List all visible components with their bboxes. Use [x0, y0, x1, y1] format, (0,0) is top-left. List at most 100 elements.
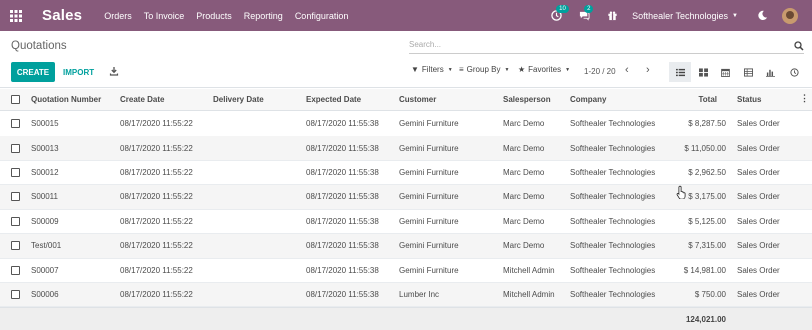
- chevron-down-icon: ▼: [447, 66, 453, 73]
- col-company[interactable]: Company: [570, 89, 606, 110]
- app-brand[interactable]: Sales: [42, 7, 82, 24]
- cell-create-date: 08/17/2020 11:55:22: [120, 216, 193, 226]
- cell-customer: Lumber Inc: [399, 290, 440, 300]
- row-checkbox[interactable]: [11, 234, 20, 258]
- cell-total: $ 11,050.00: [684, 143, 726, 153]
- menu-to-invoice[interactable]: To Invoice: [144, 11, 185, 21]
- grand-total: 124,021.00: [685, 314, 726, 324]
- col-customer[interactable]: Customer: [399, 89, 436, 110]
- row-checkbox[interactable]: [11, 258, 20, 282]
- col-create-date[interactable]: Create Date: [120, 89, 164, 110]
- cell-create-date: 08/17/2020 11:55:22: [120, 119, 193, 129]
- cell-salesperson: Marc Demo: [503, 241, 545, 251]
- table-row[interactable]: S00013 08/17/2020 11:55:22 08/17/2020 11:5…: [0, 136, 812, 161]
- import-button[interactable]: IMPORT: [63, 62, 94, 82]
- group-by-bars-icon: ≡: [459, 65, 464, 74]
- col-delivery-date[interactable]: Delivery Date: [213, 89, 264, 110]
- cell-create-date: 08/17/2020 11:55:22: [120, 143, 193, 153]
- cell-salesperson: Marc Demo: [503, 216, 545, 226]
- pager-value[interactable]: 1-20 / 20: [584, 67, 616, 76]
- cell-quotation-number: S00012: [31, 168, 59, 178]
- optional-columns-kebab-icon[interactable]: ⋮: [800, 93, 809, 104]
- cell-customer: Gemini Furniture: [399, 192, 459, 202]
- cell-expected-date: 08/17/2020 11:55:38: [306, 290, 379, 300]
- cell-total: $ 750.00: [694, 290, 726, 300]
- gift-icon[interactable]: [604, 8, 620, 24]
- activity-clock-icon[interactable]: 10: [548, 4, 569, 24]
- pivot-view-button[interactable]: [737, 62, 759, 82]
- row-checkbox[interactable]: [11, 283, 20, 307]
- chevron-down-icon: ▼: [565, 66, 571, 73]
- col-salesperson[interactable]: Salesperson: [503, 89, 551, 110]
- row-checkbox[interactable]: [11, 210, 20, 234]
- cell-salesperson: Marc Demo: [503, 119, 545, 129]
- row-checkbox[interactable]: [11, 185, 20, 209]
- table-row[interactable]: S00012 08/17/2020 11:55:22 08/17/2020 11:5…: [0, 161, 812, 186]
- menu-products[interactable]: Products: [196, 11, 232, 21]
- cell-total: $ 5,125.00: [688, 216, 726, 226]
- download-icon[interactable]: [109, 66, 119, 76]
- table-row[interactable]: S00007 08/17/2020 11:55:22 08/17/2020 11:5…: [0, 258, 812, 283]
- cell-customer: Gemini Furniture: [399, 216, 459, 226]
- list-view-button[interactable]: [669, 62, 691, 82]
- search-input[interactable]: [409, 40, 779, 49]
- chevron-down-icon: ▼: [504, 66, 510, 73]
- favorites-dropdown[interactable]: ★ Favorites ▼: [518, 65, 570, 74]
- table-row[interactable]: S00009 08/17/2020 11:55:22 08/17/2020 11:5…: [0, 210, 812, 235]
- table-row[interactable]: Test/001 08/17/2020 11:55:22 08/17/2020 11…: [0, 234, 812, 259]
- graph-view-button[interactable]: [759, 62, 781, 82]
- company-switcher[interactable]: Softhealer Technologies ▼: [632, 11, 738, 21]
- top-navbar: Sales Orders To Invoice Products Reporti…: [0, 0, 812, 31]
- calendar-view-button[interactable]: [714, 62, 736, 82]
- table-header-row: Quotation Number Create Date Delivery Da…: [0, 89, 812, 111]
- cell-status: Sales Order: [737, 216, 780, 226]
- kanban-view-button[interactable]: [692, 62, 714, 82]
- table-row[interactable]: S00011 08/17/2020 11:55:22 08/17/2020 11:5…: [0, 185, 812, 210]
- cell-create-date: 08/17/2020 11:55:22: [120, 168, 193, 178]
- pager-next-button[interactable]: ›: [646, 64, 650, 76]
- message-count-badge: 2: [584, 4, 594, 13]
- clock-icon: [789, 67, 799, 77]
- cell-status: Sales Order: [737, 290, 780, 300]
- pager-previous-button[interactable]: ‹: [625, 64, 629, 76]
- table-row[interactable]: S00015 08/17/2020 11:55:22 08/17/2020 11:5…: [0, 112, 812, 137]
- cell-quotation-number: S00015: [31, 119, 59, 129]
- bar-chart-icon: [765, 69, 775, 77]
- col-total[interactable]: Total: [660, 89, 717, 110]
- menu-reporting[interactable]: Reporting: [244, 11, 283, 21]
- chevron-down-icon: ▼: [732, 12, 738, 19]
- row-checkbox[interactable]: [11, 136, 20, 160]
- messages-chat-icon[interactable]: 2: [576, 4, 594, 24]
- apps-menu-icon[interactable]: [0, 0, 32, 31]
- cell-status: Sales Order: [737, 119, 780, 129]
- row-checkbox[interactable]: [11, 161, 20, 185]
- cell-quotation-number: S00007: [31, 265, 59, 275]
- col-quotation-number[interactable]: Quotation Number: [31, 89, 101, 110]
- activity-view-button[interactable]: [783, 62, 805, 82]
- table-row[interactable]: S00006 08/17/2020 11:55:22 08/17/2020 11:5…: [0, 282, 812, 308]
- dark-mode-moon-icon[interactable]: [754, 8, 770, 24]
- cell-quotation-number: S00013: [31, 143, 59, 153]
- search-icon[interactable]: [794, 41, 804, 51]
- filters-dropdown[interactable]: ▼ Filters ▼: [411, 65, 453, 74]
- cell-quotation-number: Test/001: [31, 241, 62, 251]
- select-all-checkbox[interactable]: [11, 89, 20, 110]
- hand-pointer-cursor-icon: [676, 185, 686, 199]
- create-button[interactable]: CREATE: [11, 62, 55, 82]
- group-by-dropdown[interactable]: ≡ Group By ▼: [459, 65, 509, 74]
- menu-orders[interactable]: Orders: [104, 11, 132, 21]
- cell-customer: Gemini Furniture: [399, 143, 459, 153]
- control-panel: Quotations CREATE IMPORT ▼ Filters ▼ ≡ G…: [0, 31, 812, 88]
- user-avatar[interactable]: [782, 7, 798, 24]
- cell-total: $ 7,315.00: [688, 241, 726, 251]
- cell-customer: Gemini Furniture: [399, 265, 459, 275]
- cell-expected-date: 08/17/2020 11:55:38: [306, 265, 379, 275]
- cell-salesperson: Mitchell Admin: [503, 290, 555, 300]
- row-checkbox[interactable]: [11, 112, 20, 136]
- cell-expected-date: 08/17/2020 11:55:38: [306, 168, 379, 178]
- col-status[interactable]: Status: [737, 89, 761, 110]
- cell-total: $ 8,287.50: [688, 119, 726, 129]
- menu-configuration[interactable]: Configuration: [295, 11, 349, 21]
- col-expected-date[interactable]: Expected Date: [306, 89, 361, 110]
- favorites-label: Favorites: [528, 65, 562, 74]
